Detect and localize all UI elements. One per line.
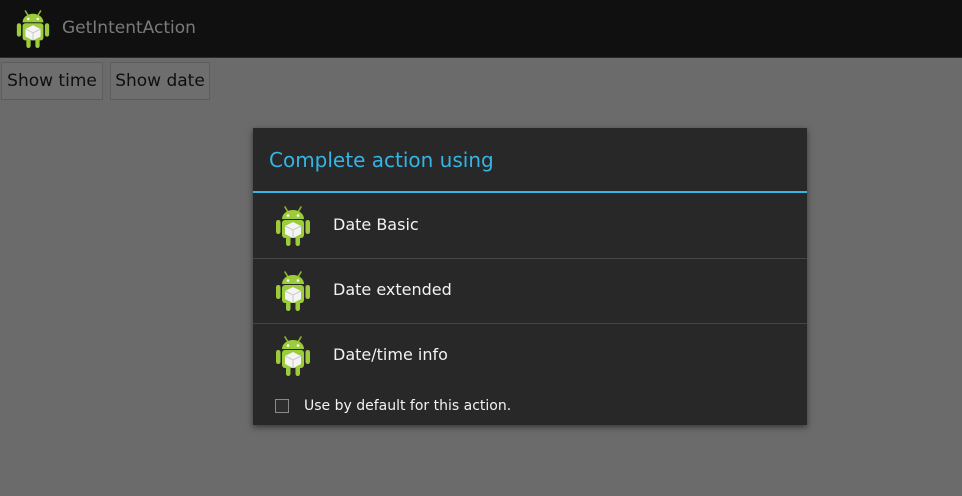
android-robot-icon	[14, 8, 52, 50]
list-item-date-time-info[interactable]: Date/time info	[253, 323, 807, 387]
android-robot-icon	[273, 334, 313, 378]
list-item-label: Date Basic	[333, 215, 419, 234]
chooser-dialog: Complete action using Date Basic Date ex…	[253, 128, 807, 425]
use-by-default-label[interactable]: Use by default for this action.	[304, 398, 511, 414]
dialog-title: Complete action using	[269, 148, 494, 172]
list-item-date-extended[interactable]: Date extended	[253, 258, 807, 322]
list-item-date-basic[interactable]: Date Basic	[253, 193, 807, 257]
action-bar: GetIntentAction	[0, 0, 962, 58]
app-title: GetIntentAction	[62, 18, 196, 38]
android-robot-icon	[273, 269, 313, 313]
use-by-default-checkbox[interactable]	[275, 399, 289, 413]
android-robot-icon	[273, 204, 313, 248]
show-date-button[interactable]: Show date	[110, 62, 210, 100]
list-item-label: Date/time info	[333, 345, 448, 364]
show-time-button[interactable]: Show time	[1, 62, 103, 100]
list-item-label: Date extended	[333, 280, 452, 299]
